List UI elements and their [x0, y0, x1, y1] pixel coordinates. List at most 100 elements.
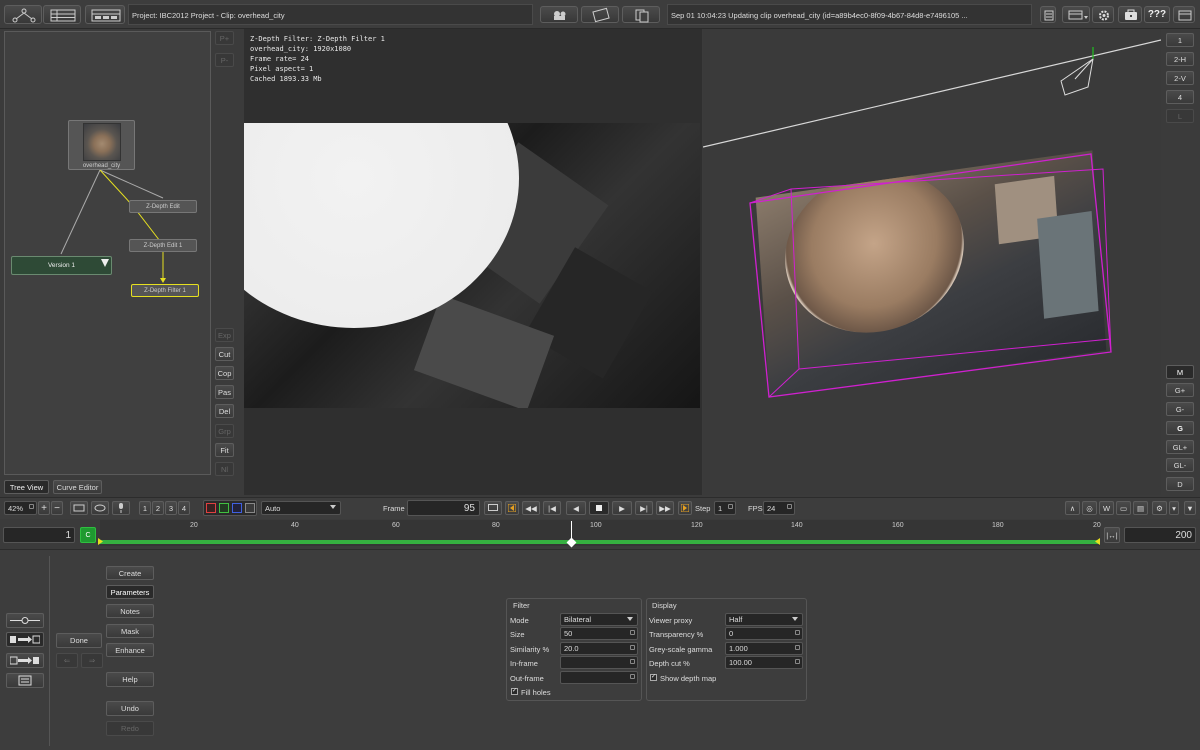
node-zdepth-edit[interactable]: Z-Depth Edit [129, 200, 197, 213]
outframe-field[interactable] [560, 671, 638, 684]
keyframe-marker-button[interactable]: C [80, 527, 96, 543]
preset-1-button[interactable]: 1 [139, 501, 151, 515]
target-button[interactable]: ◎ [1082, 501, 1097, 515]
fit-button[interactable]: Fit [215, 443, 234, 457]
zoom-out-button[interactable]: − [51, 501, 63, 515]
depth-viewer[interactable]: Z-Depth Filter: Z-Depth Filter 1 overhea… [244, 29, 702, 495]
start-frame-field[interactable]: 1 [3, 527, 75, 543]
view-g-button[interactable]: G [1166, 421, 1194, 435]
web-button[interactable]: W [1099, 501, 1114, 515]
window-button[interactable] [1173, 6, 1195, 23]
node-version-1[interactable]: Version 1 [11, 256, 112, 275]
node-overhead-city[interactable]: overhead_city [68, 120, 135, 170]
blue-channel-toggle[interactable] [232, 503, 242, 513]
create-button[interactable]: Create [106, 566, 154, 580]
done-button[interactable]: Done [56, 633, 102, 648]
transparency-field[interactable]: 0 [725, 627, 803, 640]
gamma-field[interactable]: 1.000 [725, 642, 803, 655]
clip-button[interactable] [581, 6, 619, 23]
view-2h-button[interactable]: 2-H [1166, 52, 1194, 66]
fill-view-button[interactable] [91, 501, 109, 515]
p-minus-button[interactable]: P- [215, 53, 234, 67]
log-button[interactable] [1040, 6, 1056, 23]
tab-tree-view[interactable]: Tree View [4, 480, 49, 494]
node-zdepth-edit-1[interactable]: Z-Depth Edit 1 [129, 239, 197, 252]
forward-button[interactable]: ⇒ [81, 653, 103, 668]
zoom-in-button[interactable]: + [38, 501, 50, 515]
view-d-button[interactable]: D [1166, 477, 1194, 491]
alpha-channel-toggle[interactable] [245, 503, 255, 513]
toolbox-button[interactable] [1118, 6, 1142, 23]
preset-3-button[interactable]: 3 [165, 501, 177, 515]
view-m-button[interactable]: M [1166, 365, 1194, 379]
prefs-button[interactable]: ⚙ [1152, 501, 1167, 515]
fill-holes-checkbox[interactable]: ✓ [511, 688, 518, 695]
mask-button[interactable]: Mask [106, 624, 154, 638]
viewer-button[interactable] [484, 501, 502, 515]
set-out-button[interactable] [678, 501, 692, 515]
last-frame-button[interactable]: ▶▶ [656, 501, 674, 515]
set-in-button[interactable] [505, 501, 519, 515]
3d-viewer[interactable] [703, 29, 1161, 495]
view-glminus-button[interactable]: GL- [1166, 458, 1194, 472]
size-field[interactable]: 50 [560, 627, 638, 640]
redo-button[interactable]: Redo [106, 721, 154, 736]
layers-button[interactable]: ▤ [1133, 501, 1148, 515]
notes-button[interactable]: Notes [106, 604, 154, 618]
stop-button[interactable] [589, 501, 609, 515]
param-left-layout-button[interactable] [6, 632, 44, 647]
undo-button[interactable]: Undo [106, 701, 154, 716]
preset-4-button[interactable]: 4 [178, 501, 190, 515]
zoom-field[interactable]: 42% [4, 501, 37, 515]
step-field[interactable]: 1 [714, 501, 736, 515]
enhance-button[interactable]: Enhance [106, 643, 154, 657]
view-4-button[interactable]: 4 [1166, 90, 1194, 104]
file-layout-button[interactable] [6, 673, 44, 688]
frame-field[interactable]: 95 [407, 500, 480, 516]
exp-button[interactable]: Exp [215, 328, 234, 342]
end-frame-field[interactable]: 200 [1124, 527, 1196, 543]
view-1-button[interactable]: 1 [1166, 33, 1194, 47]
help-button[interactable]: ??? [1144, 6, 1170, 23]
list-layout-button[interactable] [43, 5, 81, 24]
curve-button[interactable]: ∧ [1065, 501, 1080, 515]
options-button[interactable]: ▾ [1169, 501, 1179, 515]
grp-button[interactable]: Grp [215, 424, 234, 438]
camera-button[interactable] [540, 6, 578, 23]
p-plus-button[interactable]: P+ [215, 31, 234, 45]
mode-select[interactable]: Bilateral [560, 613, 638, 626]
settings-button[interactable] [1092, 6, 1114, 23]
parameters-button[interactable]: Parameters [106, 585, 154, 599]
mic-button[interactable] [112, 501, 130, 515]
similarity-field[interactable]: 20.0 [560, 642, 638, 655]
view-2v-button[interactable]: 2-V [1166, 71, 1194, 85]
view-gminus-button[interactable]: G- [1166, 402, 1194, 416]
fps-field[interactable]: 24 [763, 501, 795, 515]
node-graph-button[interactable] [4, 5, 42, 24]
next-key-button[interactable]: ▶| [635, 501, 653, 515]
frame-view-button[interactable]: ▭ [1116, 501, 1131, 515]
cut-button[interactable]: Cut [215, 347, 234, 361]
param-right-layout-button[interactable] [6, 653, 44, 668]
play-button[interactable]: ▶ [612, 501, 632, 515]
play-back-button[interactable]: ◀ [566, 501, 586, 515]
copy-button[interactable] [622, 6, 660, 23]
monitor-button[interactable] [1062, 6, 1090, 23]
node-zdepth-filter-1[interactable]: Z-Depth Filter 1 [131, 284, 199, 297]
fit-view-button[interactable] [70, 501, 88, 515]
pas-button[interactable]: Pas [215, 385, 234, 399]
first-frame-button[interactable]: ◀◀ [522, 501, 540, 515]
green-channel-toggle[interactable] [219, 503, 229, 513]
tab-curve-editor[interactable]: Curve Editor [53, 480, 102, 494]
nl-button[interactable]: Nl [215, 462, 234, 476]
red-channel-toggle[interactable] [206, 503, 216, 513]
prev-key-button[interactable]: |◀ [543, 501, 561, 515]
help-panel-button[interactable]: Help [106, 672, 154, 687]
show-depth-checkbox[interactable]: ✓ [650, 674, 657, 681]
fit-timeline-button[interactable]: |↔| [1104, 527, 1120, 543]
depth-cut-field[interactable]: 100.00 [725, 656, 803, 669]
collapse-button[interactable]: ▼ [1184, 501, 1196, 515]
inframe-field[interactable] [560, 656, 638, 669]
split-layout-button[interactable] [85, 5, 125, 24]
single-param-layout-button[interactable] [6, 613, 44, 628]
